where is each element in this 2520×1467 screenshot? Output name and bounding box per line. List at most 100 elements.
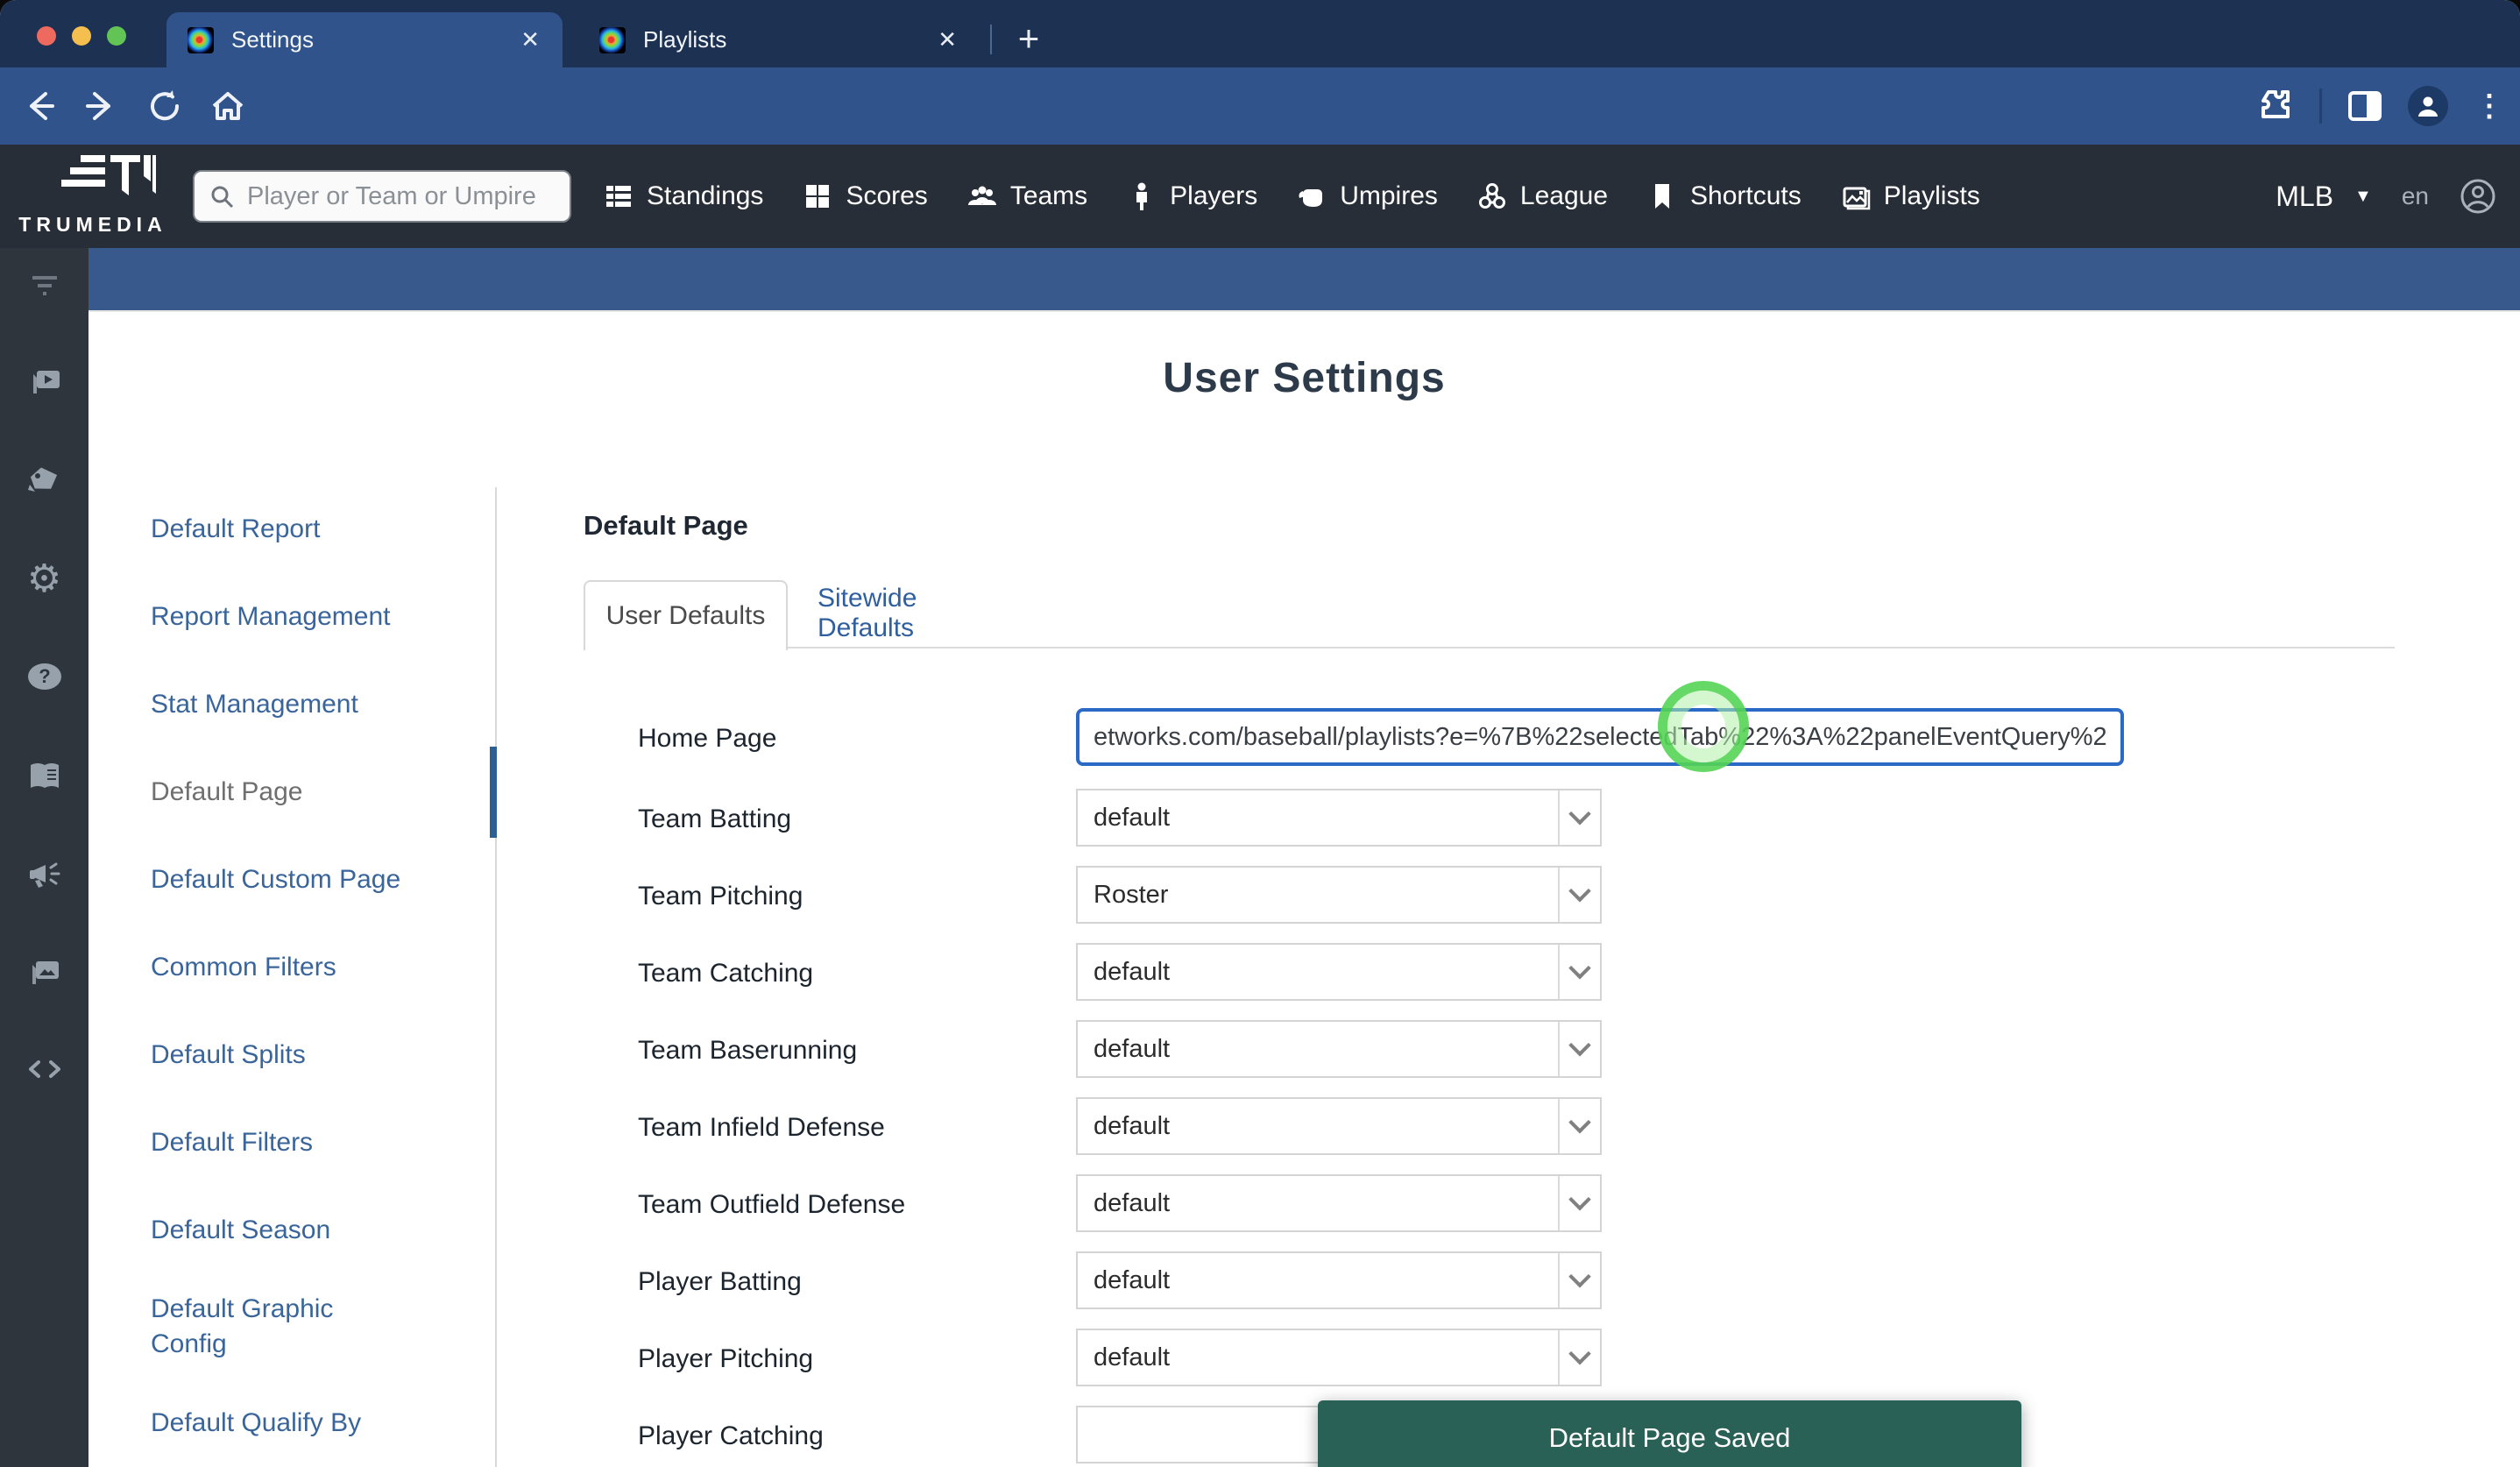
language-selector[interactable]: en bbox=[2402, 182, 2429, 210]
toolbar-separator bbox=[2319, 89, 2322, 124]
chevron-down-icon bbox=[1558, 1022, 1600, 1076]
team-catching-label: Team Catching bbox=[638, 959, 813, 989]
nav-item-playlists[interactable]: Playlists bbox=[1840, 181, 1980, 212]
announcements-megaphone-icon[interactable] bbox=[0, 856, 88, 897]
settings-nav-report-management[interactable]: Report Management bbox=[151, 599, 405, 634]
settings-nav-default-report[interactable]: Default Report bbox=[151, 512, 405, 547]
league-selector[interactable]: MLB ▼ bbox=[2276, 181, 2372, 213]
trumedia-wordmark: TRUMEDIA bbox=[0, 213, 186, 237]
nav-label: Standings bbox=[647, 181, 763, 211]
app-nav-items: Standings Scores Teams Players Umpires L… bbox=[603, 145, 1980, 248]
gear-icon[interactable]: ⚙ bbox=[0, 560, 88, 599]
page-header-band bbox=[88, 248, 2520, 312]
team-batting-label: Team Batting bbox=[638, 804, 791, 834]
left-icon-sidebar: ⚙ ? bbox=[0, 248, 88, 1467]
settings-nav-default-page[interactable]: Default Page bbox=[151, 775, 405, 810]
video-playlist-icon[interactable] bbox=[0, 364, 88, 405]
settings-nav-stat-management[interactable]: Stat Management bbox=[151, 687, 405, 722]
code-icon[interactable] bbox=[0, 1051, 88, 1092]
extensions-puzzle-icon[interactable] bbox=[2255, 85, 2293, 128]
close-window-button[interactable] bbox=[37, 26, 56, 46]
chevron-down-icon bbox=[1558, 1099, 1600, 1153]
browser-menu-icon[interactable]: ⋮ bbox=[2474, 87, 2504, 125]
player-icon bbox=[1126, 181, 1157, 212]
help-icon[interactable]: ? bbox=[0, 658, 88, 699]
team-infield-defense-label: Team Infield Defense bbox=[638, 1113, 885, 1143]
svg-text:?: ? bbox=[39, 665, 50, 687]
league-balls-icon bbox=[1476, 181, 1508, 212]
maximize-window-button[interactable] bbox=[107, 26, 126, 46]
nav-item-standings[interactable]: Standings bbox=[603, 181, 763, 212]
home-page-input[interactable] bbox=[1076, 708, 2124, 766]
browser-tab-playlists[interactable]: Playlists ✕ bbox=[578, 12, 980, 67]
settings-nav-default-filters[interactable]: Default Filters bbox=[151, 1125, 405, 1160]
nav-label: Players bbox=[1170, 181, 1257, 211]
search-input[interactable] bbox=[247, 182, 545, 211]
site-favicon bbox=[188, 27, 214, 53]
chevron-down-icon bbox=[1558, 790, 1600, 845]
select-value: default bbox=[1078, 804, 1558, 833]
standings-list-icon bbox=[603, 181, 634, 212]
team-batting-select[interactable]: default bbox=[1076, 789, 1602, 847]
trumedia-logo[interactable]: TRUMEDIA bbox=[0, 145, 186, 248]
chevron-down-icon bbox=[1558, 868, 1600, 922]
tabs-divider bbox=[584, 647, 2395, 648]
tab-close-icon[interactable]: ✕ bbox=[938, 26, 957, 53]
settings-nav-common-filters[interactable]: Common Filters bbox=[151, 950, 405, 985]
nav-item-players[interactable]: Players bbox=[1126, 181, 1257, 212]
team-baserunning-select[interactable]: default bbox=[1076, 1020, 1602, 1078]
bookmark-icon bbox=[1646, 181, 1678, 212]
nav-item-shortcuts[interactable]: Shortcuts bbox=[1646, 181, 1802, 212]
nav-item-league[interactable]: League bbox=[1476, 181, 1608, 212]
tab-sitewide-defaults[interactable]: Sitewide Defaults bbox=[818, 580, 1019, 647]
tab-user-defaults[interactable]: User Defaults bbox=[584, 580, 788, 650]
settings-nav-default-graphic-config[interactable]: Default Graphic Config bbox=[151, 1292, 405, 1362]
user-profile-icon[interactable] bbox=[2459, 177, 2497, 216]
team-infield-defense-select[interactable]: default bbox=[1076, 1097, 1602, 1155]
filter-icon[interactable] bbox=[0, 267, 88, 308]
team-baserunning-label: Team Baserunning bbox=[638, 1036, 857, 1066]
back-icon[interactable] bbox=[21, 87, 60, 125]
nav-label: League bbox=[1520, 181, 1608, 211]
settings-nav-default-qualify-by[interactable]: Default Qualify By bbox=[151, 1406, 405, 1441]
home-icon[interactable] bbox=[209, 87, 247, 125]
side-panel-icon[interactable] bbox=[2348, 91, 2382, 121]
section-heading: Default Page bbox=[584, 510, 748, 542]
chevron-down-icon bbox=[1558, 1176, 1600, 1230]
teams-group-icon bbox=[966, 181, 998, 212]
settings-main: Default Page User Defaults Sitewide Defa… bbox=[495, 312, 2520, 1467]
player-pitching-select[interactable]: default bbox=[1076, 1329, 1602, 1386]
settings-nav-default-custom-page[interactable]: Default Custom Page bbox=[151, 862, 405, 897]
reload-icon[interactable] bbox=[145, 87, 184, 125]
player-batting-select[interactable]: default bbox=[1076, 1251, 1602, 1309]
site-favicon bbox=[599, 27, 626, 53]
team-catching-select[interactable]: default bbox=[1076, 943, 1602, 1001]
nav-label: Umpires bbox=[1340, 181, 1438, 211]
settings-nav-default-splits[interactable]: Default Splits bbox=[151, 1038, 405, 1073]
new-tab-button[interactable]: + bbox=[1006, 16, 1051, 61]
team-pitching-select[interactable]: Roster bbox=[1076, 866, 1602, 924]
scores-grid-icon bbox=[802, 181, 833, 212]
browser-tab-settings[interactable]: Settings ✕ bbox=[166, 12, 563, 67]
nav-item-umpires[interactable]: Umpires bbox=[1296, 181, 1438, 212]
team-pitching-label: Team Pitching bbox=[638, 882, 803, 911]
settings-nav-default-season[interactable]: Default Season bbox=[151, 1213, 405, 1248]
forward-icon[interactable] bbox=[81, 87, 119, 125]
browser-profile-avatar[interactable] bbox=[2408, 86, 2448, 126]
tags-icon[interactable] bbox=[0, 462, 88, 503]
glossary-book-icon[interactable] bbox=[0, 758, 88, 799]
team-outfield-defense-label: Team Outfield Defense bbox=[638, 1190, 905, 1220]
tab-close-icon[interactable]: ✕ bbox=[520, 26, 540, 53]
browser-titlebar: Settings ✕ Playlists ✕ + bbox=[0, 0, 2520, 67]
nav-item-scores[interactable]: Scores bbox=[802, 181, 927, 212]
minimize-window-button[interactable] bbox=[72, 26, 91, 46]
select-value: default bbox=[1078, 958, 1558, 987]
nav-label: Playlists bbox=[1884, 181, 1980, 211]
player-catching-label: Player Catching bbox=[638, 1421, 824, 1451]
nav-item-teams[interactable]: Teams bbox=[966, 181, 1087, 212]
team-outfield-defense-select[interactable]: default bbox=[1076, 1174, 1602, 1232]
image-playlists-icon[interactable] bbox=[0, 953, 88, 994]
select-value: default bbox=[1078, 1266, 1558, 1295]
global-search[interactable] bbox=[193, 170, 571, 223]
settings-nav: Default Report Report Management Stat Ma… bbox=[88, 312, 497, 1467]
